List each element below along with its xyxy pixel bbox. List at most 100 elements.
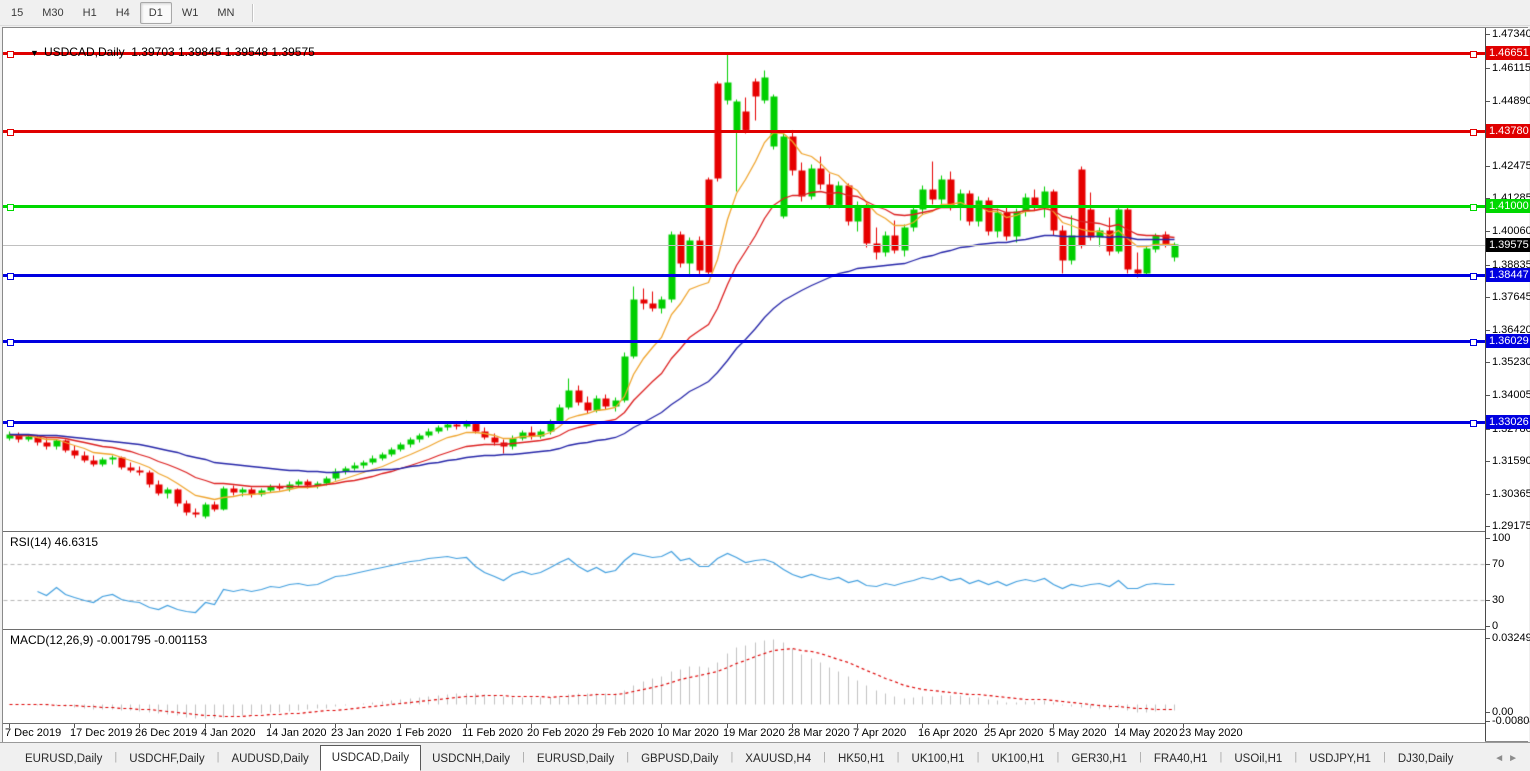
symbol-tab-ger30[interactable]: GER30,H1: [1060, 749, 1138, 770]
date-label: 14 May 2020: [1114, 727, 1178, 739]
date-axis[interactable]: 7 Dec 201917 Dec 201926 Dec 20194 Jan 20…: [3, 724, 1485, 742]
price-axis-tick: 1.35230: [1492, 356, 1530, 368]
price-axis[interactable]: 1.473401.461151.448901.424751.412851.400…: [1485, 28, 1529, 741]
date-label: 5 May 2020: [1049, 727, 1106, 739]
price-axis-tick: 1.29175: [1492, 520, 1530, 532]
symbol-tab-usdchf[interactable]: USDCHF,Daily: [118, 749, 215, 770]
timeframe-toolbar: 15M30H1H4D1W1MN: [0, 0, 1530, 26]
current-price-line: [3, 245, 1485, 246]
price-axis-tick: 1.30365: [1492, 488, 1530, 500]
macd-axis-tick-2: -0.00808: [1492, 715, 1530, 727]
hline-left-anchor[interactable]: [7, 273, 14, 280]
timeframe-button-w1[interactable]: W1: [173, 2, 208, 24]
symbol-tab-dj30[interactable]: DJ30,Daily: [1387, 749, 1465, 770]
chart-window: ▼ USDCAD,Daily 1.39703 1.39845 1.39548 1.…: [2, 27, 1528, 742]
hline-left-anchor[interactable]: [7, 420, 14, 427]
macd-indicator-label: MACD(12,26,9) -0.001795 -0.001153: [10, 633, 207, 647]
symbol-tab-usoil[interactable]: USOil,H1: [1223, 749, 1293, 770]
price-pane[interactable]: ▼ USDCAD,Daily 1.39703 1.39845 1.39548 1.…: [3, 28, 1485, 532]
timeframe-button-h4[interactable]: H4: [107, 2, 139, 24]
hline-left-anchor[interactable]: [7, 204, 14, 211]
hline-right-anchor[interactable]: [1470, 51, 1477, 58]
hline-resistance-1.43780[interactable]: [3, 130, 1485, 133]
symbol-tab-uk100[interactable]: UK100,H1: [901, 749, 976, 770]
timeframe-button-15[interactable]: 15: [2, 2, 32, 24]
date-label: 20 Feb 2020: [527, 727, 589, 739]
price-axis-tick: 1.40060: [1492, 225, 1530, 237]
price-badge-support-1.36029: 1.36029: [1486, 334, 1530, 348]
date-label: 19 Mar 2020: [723, 727, 785, 739]
date-label: 29 Feb 2020: [592, 727, 654, 739]
timeframe-button-h1[interactable]: H1: [74, 2, 106, 24]
symbol-tab-gbpusd[interactable]: GBPUSD,Daily: [630, 749, 729, 770]
price-chart-canvas[interactable]: [3, 28, 1485, 531]
hline-support-1.33026[interactable]: [3, 421, 1485, 424]
hline-left-anchor[interactable]: [7, 129, 14, 136]
price-badge-resistance-1.43780: 1.43780: [1486, 124, 1530, 138]
date-label: 7 Dec 2019: [5, 727, 61, 739]
timeframe-button-m30[interactable]: M30: [33, 2, 72, 24]
date-label: 17 Dec 2019: [70, 727, 132, 739]
rsi-pane[interactable]: RSI(14) 46.6315: [3, 532, 1485, 630]
price-axis-tick: 1.37645: [1492, 291, 1530, 303]
macd-chart-canvas[interactable]: [3, 630, 1485, 723]
date-label: 14 Jan 2020: [266, 727, 327, 739]
rsi-axis-tick-0: 0: [1492, 620, 1498, 632]
price-badge-resistance-1.46651: 1.46651: [1486, 46, 1530, 60]
hline-support-1.38447[interactable]: [3, 274, 1485, 277]
tab-scroll-arrows: ◄►: [1494, 753, 1522, 764]
price-axis-tick: 1.47340: [1492, 28, 1530, 40]
macd-pane[interactable]: MACD(12,26,9) -0.001795 -0.001153: [3, 630, 1485, 724]
chart-ohlc-values: 1.39703 1.39845 1.39548 1.39575: [131, 45, 315, 59]
hline-left-anchor[interactable]: [7, 339, 14, 346]
price-axis-tick: 1.31590: [1492, 455, 1530, 467]
symbol-tab-usdjpy[interactable]: USDJPY,H1: [1298, 749, 1382, 770]
hline-support-1.36029[interactable]: [3, 340, 1485, 343]
date-label: 10 Mar 2020: [657, 727, 719, 739]
price-badge-support-1.38447: 1.38447: [1486, 268, 1530, 282]
symbol-tab-fra40[interactable]: FRA40,H1: [1143, 749, 1219, 770]
collapse-chart-icon[interactable]: ▼: [30, 48, 39, 58]
date-label: 28 Mar 2020: [788, 727, 850, 739]
rsi-axis-tick-30: 30: [1492, 594, 1504, 606]
price-badge-pivot-1.41000: 1.41000: [1486, 199, 1530, 213]
hline-right-anchor[interactable]: [1470, 129, 1477, 136]
hline-right-anchor[interactable]: [1470, 339, 1477, 346]
symbol-tab-usdcnh[interactable]: USDCNH,Daily: [421, 749, 521, 770]
tab-scroll-left-icon[interactable]: ◄: [1494, 753, 1508, 764]
symbol-tab-xauusd[interactable]: XAUUSD,H4: [734, 749, 822, 770]
chart-symbol-label: USDCAD,Daily: [44, 45, 125, 59]
timeframe-button-mn[interactable]: MN: [208, 2, 243, 24]
hline-pivot-1.41000[interactable]: [3, 205, 1485, 208]
tab-scroll-right-icon[interactable]: ►: [1508, 753, 1522, 764]
chart-title: ▼ USDCAD,Daily 1.39703 1.39845 1.39548 1.…: [10, 31, 315, 73]
symbol-tab-bar: EURUSD,Daily|USDCHF,Daily|AUDUSD,DailyUS…: [0, 742, 1530, 770]
macd-axis-tick-0: 0.032493: [1492, 632, 1530, 644]
hline-right-anchor[interactable]: [1470, 420, 1477, 427]
price-axis-tick: 1.46115: [1492, 62, 1530, 74]
date-label: 23 Jan 2020: [331, 727, 392, 739]
date-label: 23 May 2020: [1179, 727, 1243, 739]
rsi-axis-tick-70: 70: [1492, 558, 1504, 570]
symbol-tab-eurusd[interactable]: EURUSD,Daily: [14, 749, 113, 770]
symbol-tab-usdcad-active[interactable]: USDCAD,Daily: [320, 745, 421, 771]
hline-right-anchor[interactable]: [1470, 273, 1477, 280]
price-axis-tick: 1.42475: [1492, 160, 1530, 172]
date-label: 1 Feb 2020: [396, 727, 452, 739]
price-badge-support-1.33026: 1.33026: [1486, 415, 1530, 429]
date-label: 26 Dec 2019: [135, 727, 197, 739]
rsi-axis-tick-100: 100: [1492, 532, 1510, 544]
date-label: 25 Apr 2020: [984, 727, 1043, 739]
date-label: 16 Apr 2020: [918, 727, 977, 739]
timeframe-button-d1[interactable]: D1: [140, 2, 172, 24]
price-axis-tick: 1.34005: [1492, 389, 1530, 401]
hline-right-anchor[interactable]: [1470, 204, 1477, 211]
rsi-chart-canvas[interactable]: [3, 532, 1485, 629]
symbol-tab-uk100[interactable]: UK100,H1: [980, 749, 1055, 770]
rsi-indicator-label: RSI(14) 46.6315: [10, 535, 98, 549]
date-label: 11 Feb 2020: [462, 727, 523, 739]
price-axis-tick: 1.44890: [1492, 95, 1530, 107]
symbol-tab-audusd[interactable]: AUDUSD,Daily: [220, 749, 319, 770]
symbol-tab-hk50[interactable]: HK50,H1: [827, 749, 896, 770]
symbol-tab-eurusd[interactable]: EURUSD,Daily: [526, 749, 625, 770]
